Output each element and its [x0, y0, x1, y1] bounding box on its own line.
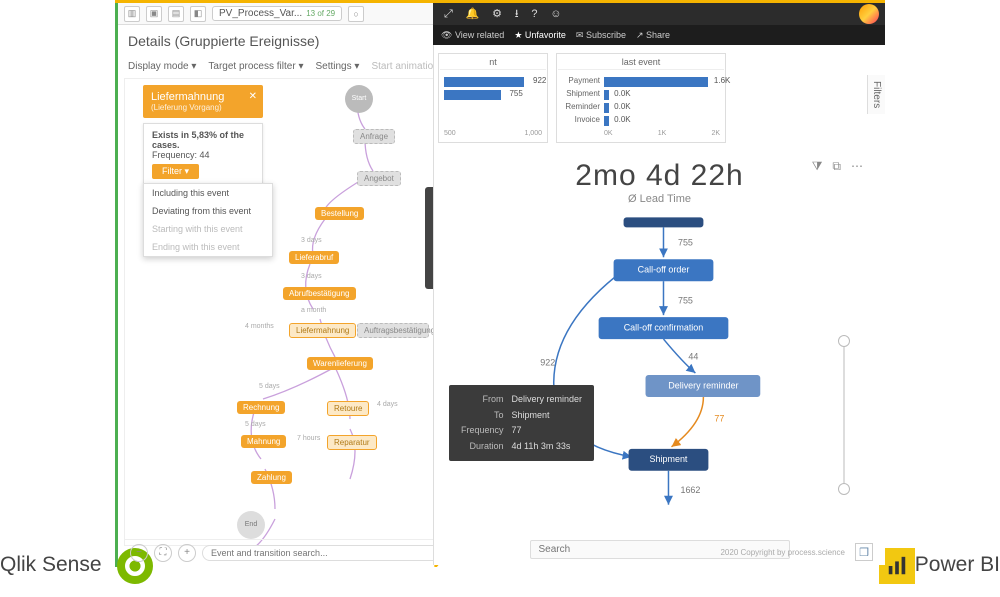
exists-text: Exists in 5,83% of the cases. [152, 130, 254, 150]
view-related-button[interactable]: 👁 View related [441, 30, 504, 41]
node-retoure[interactable]: Retoure [327, 401, 369, 416]
edge-label: 5 days [259, 383, 280, 390]
svg-text:77: 77 [714, 413, 724, 423]
bell-icon[interactable]: 🔔 [466, 8, 480, 20]
svg-text:755: 755 [678, 296, 693, 306]
smile-icon[interactable]: ☺ [550, 8, 561, 20]
pbi-actionbar: 👁 View related ★ Unfavorite ✉ Subscribe … [433, 25, 885, 45]
sheet-name: PV_Process_Var... [219, 8, 302, 19]
nav-icon[interactable]: ◧ [190, 6, 206, 22]
svg-text:Call-off confirmation: Call-off confirmation [624, 322, 704, 332]
lead-label: Ø Lead Time [434, 193, 885, 205]
filter-button[interactable]: Filter ▾ [152, 164, 199, 179]
display-mode-dropdown[interactable]: Display mode [128, 61, 196, 72]
filter-icon[interactable]: ⧩ [812, 159, 823, 174]
close-icon[interactable]: ✕ [249, 91, 257, 102]
zoom-out-icon[interactable]: − [130, 544, 148, 562]
edge-label: 3 days [301, 273, 322, 280]
menu-deviating[interactable]: Deviating from this event [144, 202, 272, 220]
node-warenlieferung[interactable]: Warenlieferung [307, 357, 373, 370]
nav-icon[interactable]: ▤ [168, 6, 184, 22]
share-button[interactable]: ↗ Share [636, 30, 670, 41]
menu-starting: Starting with this event [144, 220, 272, 238]
node-mahnung[interactable]: Mahnung [241, 435, 286, 448]
svg-text:Delivery reminder: Delivery reminder [668, 380, 738, 390]
chart-title: last event [558, 55, 724, 70]
expand-icon[interactable]: ⤢ [444, 8, 453, 20]
zoom-in-icon[interactable]: + [178, 544, 196, 562]
node-start[interactable]: Start [345, 85, 373, 113]
menu-ending: Ending with this event [144, 238, 272, 256]
copyright: 2020 Copyright by process.science [720, 548, 845, 557]
chart-first-event[interactable]: nt 922 755 5001,000 [438, 53, 548, 143]
chart-title: nt [440, 55, 546, 70]
fullscreen-icon[interactable]: ⛶ [154, 544, 172, 562]
svg-text:922: 922 [540, 357, 555, 367]
edge-tooltip: FromDelivery reminder ToShipment Frequen… [449, 385, 594, 461]
filters-pane-toggle[interactable]: Filters [867, 75, 885, 114]
node-rechnung[interactable]: Rechnung [237, 401, 285, 414]
node-lieferabruf[interactable]: Lieferabruf [289, 251, 339, 264]
svg-text:Shipment: Shipment [650, 454, 688, 464]
download-icon[interactable]: ⭳ [515, 8, 519, 20]
focus-icon[interactable]: ⧉ [832, 159, 841, 174]
edge-label: a month [301, 307, 326, 314]
svg-text:1662: 1662 [680, 485, 700, 495]
chart-last-event[interactable]: last event Payment1.6K Shipment0.0K Remi… [556, 53, 726, 143]
label-powerbi: Power BI [915, 553, 1000, 577]
svg-text:Call-off order: Call-off order [638, 265, 690, 275]
edge-label: 4 months [245, 323, 274, 330]
start-animation[interactable]: Start animation [371, 61, 438, 72]
frequency-text: Frequency: 44 [152, 150, 254, 160]
node-auftragsbest[interactable]: Auftragsbestätigung [357, 323, 429, 338]
node-zahlung[interactable]: Zahlung [251, 471, 292, 484]
svg-text:44: 44 [688, 351, 698, 361]
menu-including[interactable]: Including this event [144, 184, 272, 202]
node-liefermahnung[interactable]: Liefermahnung [289, 323, 356, 338]
event-panel-body: Exists in 5,83% of the cases. Frequency:… [143, 123, 263, 186]
event-name: Liefermahnung [151, 91, 255, 103]
close-icon[interactable]: ○ [348, 6, 364, 22]
gear-icon[interactable]: ⚙ [492, 8, 502, 20]
node-angebot[interactable]: Angebot [357, 171, 401, 186]
sheet-tab[interactable]: PV_Process_Var... 13 of 29 [212, 6, 342, 21]
sheet-counter: 13 of 29 [306, 9, 335, 18]
node-end[interactable]: End [237, 511, 265, 539]
label-qlik: Qlik Sense [0, 553, 102, 577]
filter-menu: Including this event Deviating from this… [143, 183, 273, 257]
settings-dropdown[interactable]: Settings [315, 61, 359, 72]
frequency-slider[interactable] [841, 335, 847, 495]
event-panel-header: ✕ Liefermahnung (Lieferung Vorgang) [143, 85, 263, 118]
edge-label: 3 days [301, 237, 322, 244]
event-sub: (Lieferung Vorgang) [151, 103, 255, 112]
target-filter-dropdown[interactable]: Target process filter [208, 61, 303, 72]
svg-text:755: 755 [678, 238, 693, 248]
subscribe-button[interactable]: ✉ Subscribe [576, 30, 626, 41]
edge-label: 5 days [245, 421, 266, 428]
more-icon[interactable]: ⋯ [851, 159, 863, 174]
avatar[interactable] [859, 4, 879, 24]
help-icon[interactable]: ? [531, 8, 537, 20]
pbi-titlebar: ⤢ 🔔 ⚙ ⭳ ? ☺ [433, 3, 885, 25]
edge-label: 7 hours [297, 435, 320, 442]
nav-icon[interactable]: ▣ [146, 6, 162, 22]
node-anfrage[interactable]: Anfrage [353, 129, 395, 144]
node-abrufbest[interactable]: Abrufbestätigung [283, 287, 356, 300]
cube-icon[interactable]: ❒ [855, 543, 873, 561]
unfavorite-button[interactable]: ★ Unfavorite [514, 30, 566, 41]
pbi-process-flow[interactable]: 755 Call-off order 755 922 Call-off conf… [434, 213, 885, 535]
nav-icon[interactable]: ▥ [124, 6, 140, 22]
node-reparatur[interactable]: Reparatur [327, 435, 377, 450]
node-bestellung[interactable]: Bestellung [315, 207, 364, 220]
edge-label: 4 days [377, 401, 398, 408]
